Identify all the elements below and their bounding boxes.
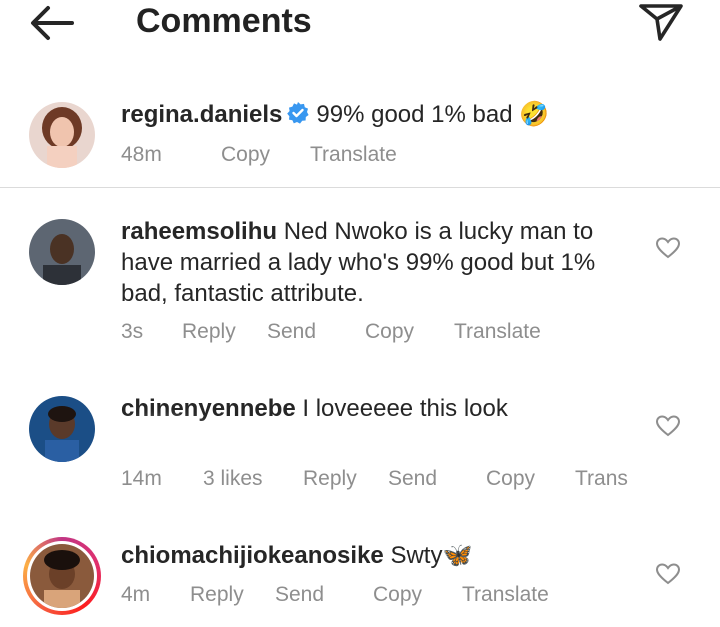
divider [0, 187, 720, 188]
copy-button[interactable]: Copy [373, 582, 422, 608]
comment-time: 4m [121, 583, 151, 606]
back-button[interactable] [28, 0, 78, 46]
paper-plane-icon [639, 4, 683, 41]
caption-text: regina.daniels 99% good 1% bad 🤣 [121, 99, 549, 133]
arrow-left-icon [31, 6, 74, 40]
copy-button[interactable]: Copy [486, 466, 535, 492]
translate-button[interactable]: Translate [310, 142, 397, 168]
send-button[interactable]: Send [388, 466, 437, 492]
heart-icon [655, 237, 681, 259]
blur-overlay [530, 370, 640, 425]
share-button[interactable] [638, 2, 684, 42]
comment-body-line: bad, fantastic attribute. [121, 280, 364, 307]
comment-username[interactable]: chinenyennebe [121, 395, 296, 422]
comment-username[interactable]: raheemsolihu [121, 218, 277, 245]
send-button[interactable]: Send [275, 582, 324, 608]
likes-count[interactable]: 3 likes [203, 466, 263, 492]
comment-text: chiomachijiokeanosike Swty🦋 [121, 540, 472, 571]
translate-button[interactable]: Translate [462, 582, 549, 608]
comment-time: 3s [121, 320, 144, 343]
avatar[interactable] [29, 396, 95, 462]
comment-text: chinenyennebe I loveeeee this look [121, 393, 508, 424]
page-title: Comments [136, 2, 312, 40]
caption-time: 48m [121, 143, 162, 166]
like-button[interactable] [655, 414, 681, 438]
translate-button[interactable]: Translate [454, 319, 541, 345]
reply-button[interactable]: Reply [182, 319, 236, 345]
verified-badge-icon [286, 101, 310, 133]
heart-icon [655, 563, 681, 585]
comment-text: raheemsolihu Ned Nwoko is a lucky man to… [121, 216, 661, 309]
comment-meta: 3s Reply Send Copy Translate [121, 319, 621, 345]
copy-button[interactable]: Copy [221, 142, 270, 168]
comment-meta: 4m Reply Send Copy Translate [121, 582, 621, 608]
rofl-emoji-icon: 🤣 [519, 101, 550, 128]
comment-time: 14m [121, 467, 162, 490]
reply-button[interactable]: Reply [190, 582, 244, 608]
send-button[interactable]: Send [267, 319, 316, 345]
comment-body: Swty [390, 542, 443, 569]
comment-body-line: have married a lady who's 99% good but 1… [121, 249, 596, 276]
comment-meta: 14m 3 likes Reply Send Copy Trans [121, 466, 641, 492]
blur-overlay [118, 422, 208, 446]
story-ring[interactable] [23, 537, 101, 615]
avatar[interactable] [29, 102, 95, 168]
comment-username[interactable]: chiomachijiokeanosike [121, 542, 384, 569]
caption-username[interactable]: regina.daniels [121, 101, 282, 128]
comment-body: I loveeeee this look [302, 395, 508, 422]
caption-body: 99% good 1% bad [316, 101, 513, 128]
translate-button[interactable]: Trans [575, 466, 628, 492]
heart-icon [655, 415, 681, 437]
like-button[interactable] [655, 562, 681, 586]
comment-body-line: Ned Nwoko is a lucky man to [283, 218, 594, 245]
reply-button[interactable]: Reply [303, 466, 357, 492]
like-button[interactable] [655, 236, 681, 260]
butterfly-emoji-icon: 🦋 [442, 542, 473, 569]
copy-button[interactable]: Copy [365, 319, 414, 345]
avatar[interactable] [30, 544, 94, 608]
header-bar: Comments [0, 0, 720, 50]
caption-meta: 48m Copy Translate [121, 142, 521, 168]
avatar[interactable] [29, 219, 95, 285]
